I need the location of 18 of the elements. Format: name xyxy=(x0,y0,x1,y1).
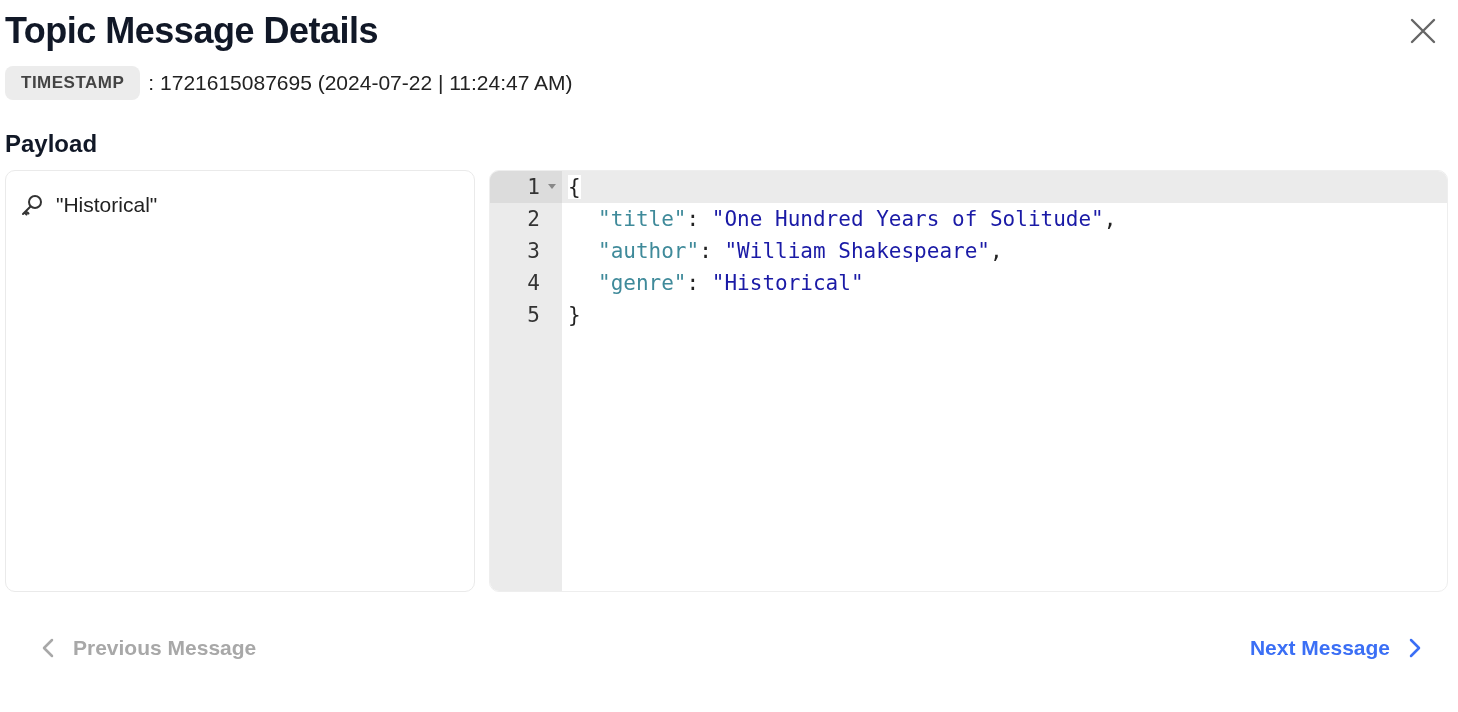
code-line: "title": "One Hundred Years of Solitude", xyxy=(597,207,1117,231)
line-number: 2 xyxy=(527,207,540,231)
key-icon xyxy=(20,193,44,217)
message-key: "Historical" xyxy=(56,193,158,217)
code-line: "author": "William Shakespeare", xyxy=(597,239,1003,263)
timestamp-badge: TIMESTAMP xyxy=(5,66,141,100)
fold-caret-icon[interactable] xyxy=(548,184,556,190)
line-number: 4 xyxy=(527,271,540,295)
dialog-title: Topic Message Details xyxy=(5,10,378,52)
json-editor[interactable]: 1 2 3 4 5 { "title": "One Hundred Years of Solitude", "author": "William Shakespeare", "genre": "Historical" } xyxy=(489,170,1448,592)
code-line: "genre": "Historical" xyxy=(597,271,864,295)
payload-label: Payload xyxy=(5,130,99,158)
next-message-button[interactable]: Next Message xyxy=(1245,632,1428,664)
line-number: 3 xyxy=(527,239,540,263)
close-icon xyxy=(1410,18,1436,44)
timestamp-value: : 1721615087695 (2024-07-22 | 11:24:47 AM) xyxy=(148,71,573,95)
line-number: 1 xyxy=(527,175,540,199)
line-number: 5 xyxy=(527,303,540,327)
